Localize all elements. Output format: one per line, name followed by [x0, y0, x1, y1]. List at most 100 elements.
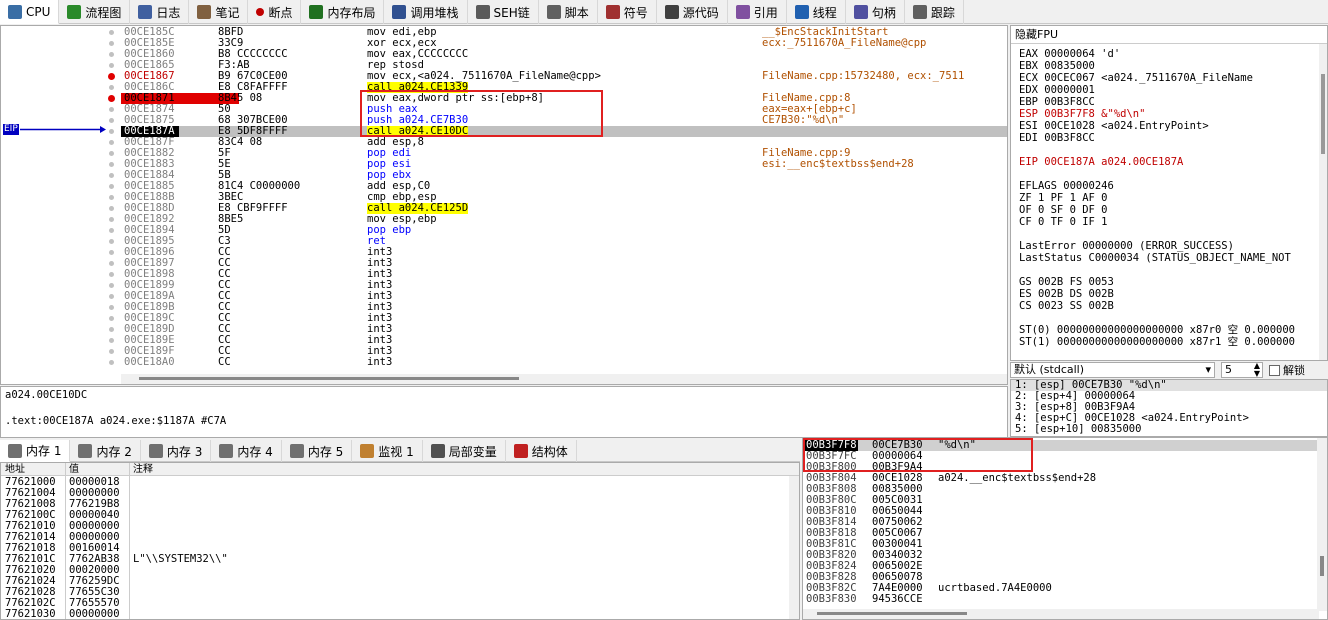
memory-icon	[8, 443, 22, 458]
mem-vscrollbar[interactable]	[789, 476, 799, 619]
disasm-row[interactable]: 00CE1899 CC int3	[121, 280, 1007, 291]
arg-count-spinner[interactable]: 5 ▲ ▼	[1221, 362, 1263, 378]
memory-comment: L"\\SYSTEM32\\"	[133, 553, 228, 565]
disasm-row[interactable]: 00CE1883 5E pop esi esi:__enc$textbss$end+2…	[121, 159, 1007, 170]
stack-hscrollbar[interactable]	[803, 609, 1319, 619]
memory-icon	[289, 444, 304, 458]
memory-tab-5[interactable]: 监视 1	[352, 440, 423, 462]
row-dot-icon[interactable]	[109, 250, 114, 255]
disasm-row[interactable]: 00CE188D E8 CBF9FFFF call a024.CE125D	[121, 203, 1007, 214]
row-dot-icon[interactable]	[109, 360, 114, 365]
disasm-row[interactable]: 00CE1894 5D pop ebp	[121, 225, 1007, 236]
unlock-checkbox[interactable]: 解锁	[1269, 362, 1305, 378]
memory-tab-4[interactable]: 内存 5	[282, 440, 353, 462]
stack-row[interactable]: 00B3F830 94536CCE	[803, 594, 1319, 605]
row-dot-icon[interactable]	[109, 261, 114, 266]
row-dot-icon[interactable]	[109, 140, 114, 145]
row-dot-icon[interactable]	[109, 173, 114, 178]
regs-vscrollbar[interactable]	[1319, 44, 1327, 360]
row-dot-icon[interactable]	[109, 305, 114, 310]
register-line: EBX 00835000	[1019, 60, 1095, 72]
tab-14[interactable]: 跟踪	[905, 0, 964, 24]
row-dot-icon[interactable]	[109, 30, 114, 35]
row-dot-icon[interactable]	[109, 118, 114, 123]
row-dot-icon[interactable]	[109, 217, 114, 222]
row-dot-icon[interactable]	[109, 327, 114, 332]
tab-7[interactable]: SEH链	[468, 0, 539, 24]
memory-tab-6[interactable]: 局部变量	[423, 440, 506, 462]
disasm-row[interactable]: 00CE1860 B8 CCCCCCCC mov eax,CCCCCCCC	[121, 49, 1007, 60]
breakpoint-dot-icon[interactable]	[108, 73, 115, 80]
disasm-row[interactable]: 00CE189D CC int3	[121, 324, 1007, 335]
tab-label: 脚本	[564, 5, 589, 20]
row-dot-icon[interactable]	[109, 129, 114, 134]
tab-12[interactable]: 线程	[787, 0, 846, 24]
disasm-row[interactable]: 00CE1885 81C4 C0000000 add esp,C0	[121, 181, 1007, 192]
disasm-row[interactable]: 00CE189A CC int3	[121, 291, 1007, 302]
tab-13[interactable]: 句柄	[846, 0, 905, 24]
disasm-address: 00CE18A0	[124, 356, 175, 368]
tab-label: 引用	[753, 5, 778, 20]
disasm-row[interactable]: 00CE1897 CC int3	[121, 258, 1007, 269]
eip-marker: EIP	[3, 124, 106, 135]
tab-1[interactable]: 流程图	[59, 0, 131, 24]
disasm-row[interactable]: 00CE1898 CC int3	[121, 269, 1007, 280]
memory-row[interactable]: 77621030 00000000	[1, 609, 791, 620]
memory-tab-7[interactable]: 结构体	[506, 440, 577, 462]
hide-fpu-toggle[interactable]: 隐藏FPU	[1011, 26, 1327, 44]
row-dot-icon[interactable]	[109, 283, 114, 288]
disasm-row[interactable]: 00CE187F 83C4 08 add esp,8	[121, 137, 1007, 148]
row-dot-icon[interactable]	[109, 162, 114, 167]
arguments-panel[interactable]: 1: [esp] 00CE7B30 "%d\n" 2: [esp+4] 00000…	[1010, 379, 1328, 437]
disasm-row[interactable]: 00CE18A0 CC int3	[121, 357, 1007, 368]
row-dot-icon[interactable]	[109, 272, 114, 277]
row-dot-icon[interactable]	[109, 151, 114, 156]
memory-dump-view[interactable]: 地址值注释 77621000 00000018 77621004 00000000 77…	[0, 462, 800, 620]
memory-tab-1[interactable]: 内存 2	[70, 440, 141, 462]
disasm-row[interactable]: 00CE189E CC int3	[121, 335, 1007, 346]
tab-10[interactable]: 源代码	[657, 0, 728, 24]
tab-11[interactable]: 引用	[728, 0, 787, 24]
memory-tab-3[interactable]: 内存 4	[211, 440, 282, 462]
tab-3[interactable]: 笔记	[189, 0, 249, 24]
disassembly-view[interactable]: EIP 00CE185C 8BFD mov edi,ebp __$EncStackIn…	[0, 25, 1008, 385]
row-dot-icon[interactable]	[109, 52, 114, 57]
stack-view[interactable]: 00B3F7F8 00CE7B30 "%d\n" 00B3F7FC 00000064 00…	[802, 437, 1328, 620]
register-line: EBP 00B3F8CC	[1019, 96, 1095, 108]
row-dot-icon[interactable]	[109, 41, 114, 46]
tab-9[interactable]: 符号	[598, 0, 657, 24]
row-dot-icon[interactable]	[109, 206, 114, 211]
graph-icon	[67, 5, 82, 19]
disasm-hscrollbar[interactable]	[121, 374, 1007, 384]
tab-2[interactable]: 日志	[130, 0, 190, 24]
tab-4[interactable]: 断点	[248, 0, 302, 24]
tab-6[interactable]: 调用堆栈	[384, 0, 468, 24]
row-dot-icon[interactable]	[109, 316, 114, 321]
row-dot-icon[interactable]	[109, 107, 114, 112]
tab-5[interactable]: 内存布局	[301, 0, 385, 24]
disasm-row[interactable]: 00CE1892 8BE5 mov esp,ebp	[121, 214, 1007, 225]
breakpoint-dot-icon[interactable]	[108, 95, 115, 102]
disasm-row[interactable]: 00CE1895 C3 ret	[121, 236, 1007, 247]
disasm-row[interactable]: 00CE189F CC int3	[121, 346, 1007, 357]
tab-8[interactable]: 脚本	[539, 0, 598, 24]
disasm-row[interactable]: 00CE189C CC int3	[121, 313, 1007, 324]
row-dot-icon[interactable]	[109, 63, 114, 68]
memory-tab-0[interactable]: 内存 1	[0, 440, 71, 462]
row-dot-icon[interactable]	[109, 195, 114, 200]
disasm-row[interactable]: 00CE189B CC int3	[121, 302, 1007, 313]
disasm-row[interactable]: 00CE1896 CC int3	[121, 247, 1007, 258]
calling-convention-select[interactable]: 默认 (stdcall) ▾	[1010, 362, 1215, 378]
row-dot-icon[interactable]	[109, 85, 114, 90]
row-dot-icon[interactable]	[109, 294, 114, 299]
row-dot-icon[interactable]	[109, 228, 114, 233]
registers-panel[interactable]: 隐藏FPU EAX 00000064 'd' EBX 00835000 ECX 00…	[1010, 25, 1328, 361]
register-line: ESP 00B3F7F8 &"%d\n"	[1019, 108, 1146, 120]
tab-0[interactable]: CPU	[0, 0, 60, 24]
memory-tab-2[interactable]: 内存 3	[141, 440, 212, 462]
stack-vscrollbar[interactable]	[1317, 438, 1327, 611]
row-dot-icon[interactable]	[109, 239, 114, 244]
row-dot-icon[interactable]	[109, 338, 114, 343]
row-dot-icon[interactable]	[109, 184, 114, 189]
row-dot-icon[interactable]	[109, 349, 114, 354]
